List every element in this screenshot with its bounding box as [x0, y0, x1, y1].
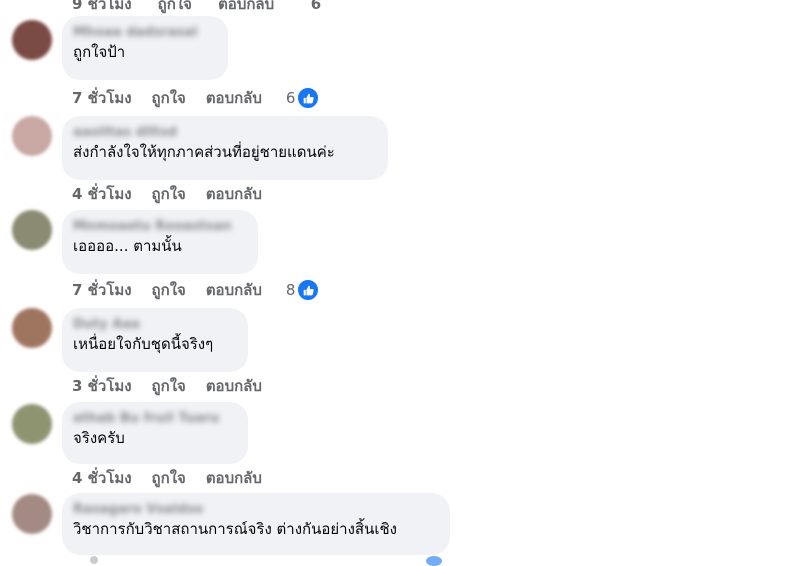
- time-label[interactable]: 3 ชั่วโมง: [72, 374, 132, 398]
- comment-bubble: Mnmoaetu Rooastsan เออออ... ตามนั้น: [62, 210, 258, 274]
- comment-bubble: Rasagaro Vsaldso วิชาการกับวิชาสถานการณ์…: [62, 493, 450, 555]
- avatar[interactable]: [12, 308, 52, 348]
- partial-meta-row: 9 ชั่วโมง ถูกใจ ตอบกลับ 6: [72, 0, 321, 16]
- thumbs-up-icon: [297, 87, 320, 109]
- like-button[interactable]: ถูกใจ: [152, 182, 186, 206]
- comment-text: จริงครับ: [73, 429, 125, 447]
- comment-actions: 3 ชั่วโมง ถูกใจ ตอบกลับ: [72, 374, 262, 398]
- comment-bubble: athab Bu fruil Tuaru จริงครับ: [62, 402, 248, 464]
- comment-bubble: Mhoaa dadsrasal ถูกใจป้า: [62, 16, 228, 80]
- comment-author[interactable]: Mhoaa dadsrasal: [73, 24, 216, 42]
- thumbs-up-icon: [297, 279, 320, 301]
- like-button[interactable]: ถูกใจ: [152, 86, 186, 110]
- comment-bubble: aaolitas dlltsd ส่งกำลังใจให้ทุกภาคส่วนท…: [62, 116, 388, 180]
- avatar[interactable]: [12, 116, 52, 156]
- comment-actions: 7 ชั่วโมง ถูกใจ ตอบกลับ 8: [72, 278, 321, 302]
- comment-author[interactable]: Duty Aaa: [73, 316, 236, 334]
- comment-actions: 4 ชั่วโมง ถูกใจ ตอบกลับ: [72, 182, 262, 206]
- reply-button[interactable]: ตอบกลับ: [206, 466, 262, 490]
- reaction-count[interactable]: 6: [311, 0, 321, 13]
- like-button[interactable]: ถูกใจ: [158, 0, 192, 13]
- reaction-count[interactable]: 6: [286, 87, 322, 109]
- comment-text: ถูกใจป้า: [73, 43, 126, 61]
- like-button[interactable]: ถูกใจ: [152, 466, 186, 490]
- reaction-count[interactable]: 8: [286, 279, 322, 301]
- reply-button[interactable]: ตอบกลับ: [206, 182, 262, 206]
- comment-bubble: Duty Aaa เหนื่อยใจกับชุดนี้จริงๆ: [62, 308, 248, 372]
- reply-button[interactable]: ตอบกลับ: [218, 0, 274, 13]
- avatar[interactable]: [12, 404, 52, 444]
- time-label[interactable]: 4 ชั่วโมง: [72, 466, 132, 490]
- comment-text: วิชาการกับวิชาสถานการณ์จริง ต่างกันอย่าง…: [73, 520, 397, 538]
- comment-text: เหนื่อยใจกับชุดนี้จริงๆ: [73, 335, 214, 353]
- like-button[interactable]: ถูกใจ: [152, 278, 186, 302]
- time-label[interactable]: 7 ชั่วโมง: [72, 86, 132, 110]
- reaction-count-value: 8: [285, 281, 296, 299]
- comment-actions: 7 ชั่วโมง ถูกใจ ตอบกลับ 6: [72, 86, 321, 110]
- avatar[interactable]: [12, 210, 52, 250]
- avatar[interactable]: [12, 20, 52, 60]
- comment-author[interactable]: aaolitas dlltsd: [73, 124, 376, 142]
- comment-author[interactable]: Mnmoaetu Rooastsan: [73, 218, 246, 236]
- comment-text: ส่งกำลังใจให้ทุกภาคส่วนที่อยู่ชายแดนค่ะ: [73, 143, 335, 161]
- comment-text: เออออ... ตามนั้น: [73, 237, 182, 255]
- partial-reaction-icon: [426, 556, 442, 566]
- like-button[interactable]: ถูกใจ: [152, 374, 186, 398]
- time-label[interactable]: 4 ชั่วโมง: [72, 182, 132, 206]
- reply-button[interactable]: ตอบกลับ: [206, 278, 262, 302]
- comment-author[interactable]: athab Bu fruil Tuaru: [73, 410, 236, 428]
- avatar[interactable]: [12, 494, 52, 534]
- reply-button[interactable]: ตอบกลับ: [206, 374, 262, 398]
- comment-actions: 4 ชั่วโมง ถูกใจ ตอบกลับ: [72, 466, 262, 490]
- reaction-count-value: 6: [285, 89, 296, 107]
- reply-button[interactable]: ตอบกลับ: [206, 86, 262, 110]
- comment-author[interactable]: Rasagaro Vsaldso: [73, 501, 438, 519]
- time-label: 9 ชั่วโมง: [72, 0, 132, 13]
- time-label[interactable]: 7 ชั่วโมง: [72, 278, 132, 302]
